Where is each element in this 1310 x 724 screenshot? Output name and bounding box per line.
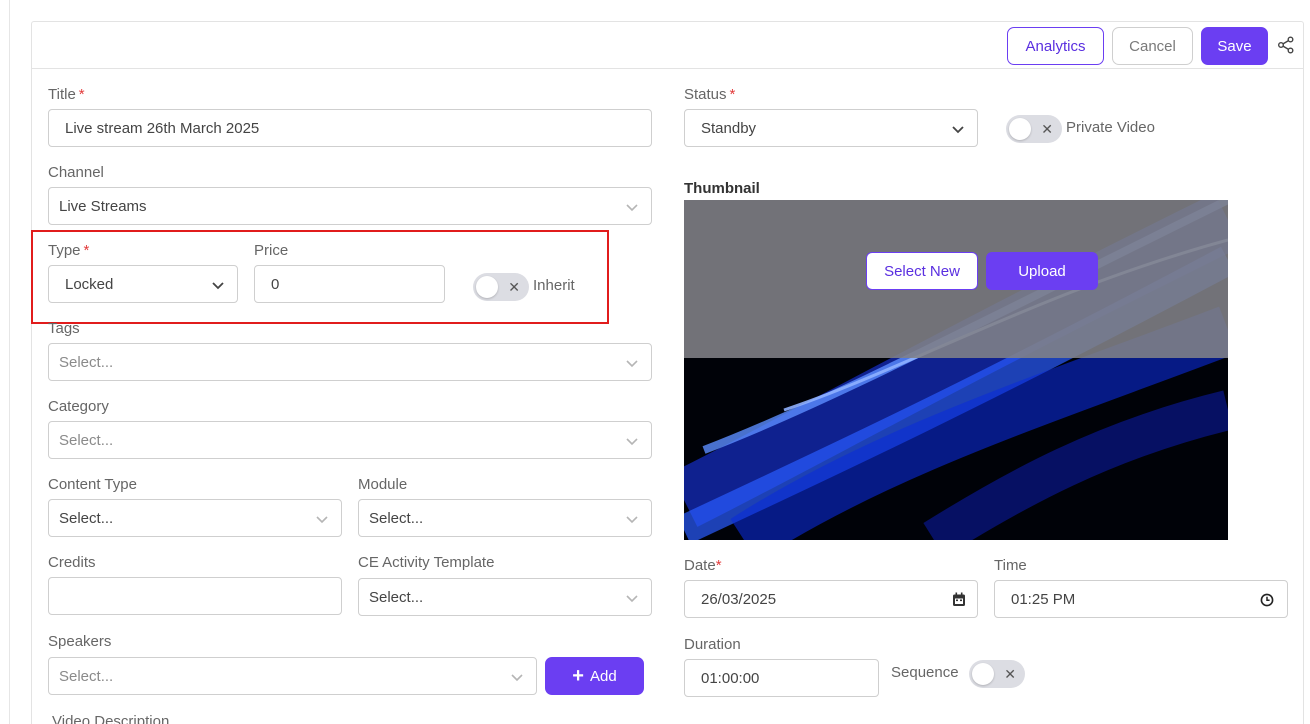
chevron-down-icon xyxy=(951,122,965,136)
price-input[interactable]: 0 xyxy=(254,265,445,303)
time-label: Time xyxy=(994,557,1027,574)
date-label: Date* xyxy=(684,557,722,574)
clock-icon[interactable] xyxy=(1260,593,1274,611)
video-description-label: Video Description xyxy=(52,713,170,724)
add-speaker-button[interactable]: + Add xyxy=(545,657,644,695)
plus-icon: + xyxy=(572,665,584,687)
sequence-toggle[interactable]: ✕ xyxy=(969,660,1025,688)
type-label: Type * xyxy=(48,242,90,259)
inherit-label: Inherit xyxy=(533,277,575,294)
time-input[interactable]: 01:25 PM xyxy=(994,580,1288,618)
chevron-down-icon xyxy=(625,200,639,214)
private-video-label: Private Video xyxy=(1066,119,1155,136)
thumbnail-label: Thumbnail xyxy=(684,180,760,197)
status-value: Standby xyxy=(701,119,757,137)
category-select[interactable]: Select... xyxy=(48,421,652,459)
ce-activity-template-select[interactable]: Select... xyxy=(358,578,652,616)
speakers-select[interactable]: Select... xyxy=(48,657,537,695)
tags-label: Tags xyxy=(48,320,80,337)
credits-label: Credits xyxy=(48,554,96,571)
chevron-down-icon xyxy=(625,356,639,370)
toolbar: Analytics Cancel Save xyxy=(32,22,1303,69)
calendar-icon[interactable] xyxy=(952,592,966,611)
chevron-down-icon xyxy=(625,591,639,605)
title-input[interactable]: Live stream 26th March 2025 xyxy=(48,109,652,147)
duration-input[interactable]: 01:00:00 xyxy=(684,659,879,697)
time-value: 01:25 PM xyxy=(1011,590,1076,608)
module-select[interactable]: Select... xyxy=(358,499,652,537)
credits-input[interactable] xyxy=(48,577,342,615)
ce-activity-template-label: CE Activity Template xyxy=(358,554,495,571)
sequence-label: Sequence xyxy=(891,664,959,681)
status-select[interactable]: Standby xyxy=(684,109,978,147)
speakers-label: Speakers xyxy=(48,633,112,650)
date-input[interactable]: 26/03/2025 xyxy=(684,580,978,618)
ce-activity-template-placeholder: Select... xyxy=(369,588,424,606)
cancel-button[interactable]: Cancel xyxy=(1112,27,1193,65)
type-select[interactable]: Locked xyxy=(48,265,238,303)
tags-placeholder: Select... xyxy=(59,353,114,371)
upload-button[interactable]: Upload xyxy=(986,252,1098,290)
content-type-select[interactable]: Select... xyxy=(48,499,342,537)
chevron-down-icon xyxy=(625,512,639,526)
price-label: Price xyxy=(254,242,289,259)
share-icon[interactable] xyxy=(1277,36,1295,54)
content-type-placeholder: Select... xyxy=(59,509,114,527)
inherit-toggle[interactable]: ✕ xyxy=(473,273,529,301)
module-placeholder: Select... xyxy=(369,509,424,527)
tags-select[interactable]: Select... xyxy=(48,343,652,381)
chevron-down-icon xyxy=(510,670,524,684)
status-label: Status * xyxy=(684,86,736,103)
duration-label: Duration xyxy=(684,636,741,653)
channel-select[interactable]: Live Streams xyxy=(48,187,652,225)
chevron-down-icon xyxy=(211,278,225,292)
title-label: Title * xyxy=(48,86,85,103)
private-video-toggle[interactable]: ✕ xyxy=(1006,115,1062,143)
module-label: Module xyxy=(358,476,408,493)
chevron-down-icon xyxy=(315,512,329,526)
select-new-button[interactable]: Select New xyxy=(866,252,978,290)
content-type-label: Content Type xyxy=(48,476,137,493)
analytics-button[interactable]: Analytics xyxy=(1007,27,1104,65)
date-value: 26/03/2025 xyxy=(701,590,777,608)
type-value: Locked xyxy=(65,275,114,293)
save-button[interactable]: Save xyxy=(1201,27,1268,65)
channel-value: Live Streams xyxy=(59,197,147,215)
channel-label: Channel xyxy=(48,164,104,181)
thumbnail-image xyxy=(684,200,1228,540)
speakers-placeholder: Select... xyxy=(59,667,114,685)
left-rail xyxy=(0,0,10,724)
category-label: Category xyxy=(48,398,109,415)
category-placeholder: Select... xyxy=(59,431,114,449)
chevron-down-icon xyxy=(625,434,639,448)
add-label: Add xyxy=(589,667,617,685)
